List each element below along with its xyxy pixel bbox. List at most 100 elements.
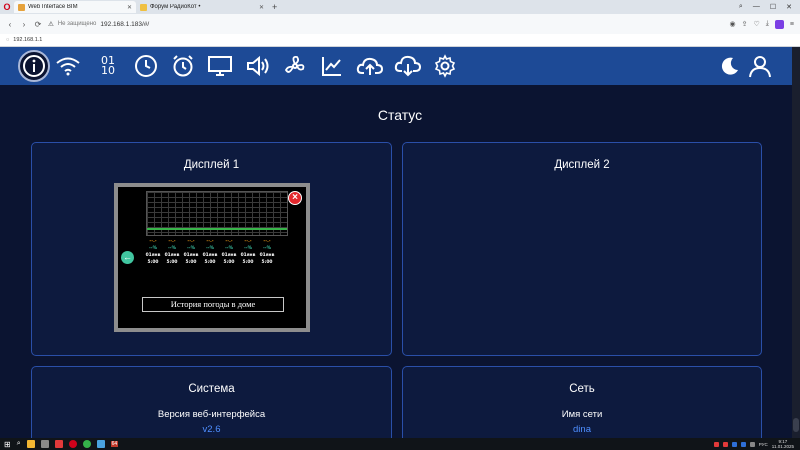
app-icon[interactable] (82, 440, 91, 448)
forecast-date: 01янв (259, 253, 275, 258)
status-url: 192.168.1.1 (13, 37, 43, 43)
app-icon[interactable] (96, 440, 105, 448)
tab-forum[interactable]: Форум РадиоКот • ✕ (136, 1, 268, 13)
tab-close-icon[interactable]: ✕ (259, 4, 264, 11)
tab-close-icon[interactable]: ✕ (127, 4, 132, 11)
web-version-label: Версия веб-интерфейса (157, 409, 266, 420)
clock-icon[interactable] (130, 50, 162, 82)
forecast-humidity: --% (205, 246, 215, 251)
display1-card: Дисплей 1 × ← --.- --% 01янв 5:00 --.- --% 01я… (31, 142, 392, 356)
tray-icon[interactable] (731, 441, 737, 447)
tray-icon[interactable] (722, 441, 728, 447)
main-content: Статус Дисплей 1 × ← --.- --% 01янв 5:00 --.… (0, 85, 800, 450)
app-nav-bar: 01 10 (0, 47, 800, 85)
forecast-time: 5:00 (242, 260, 254, 265)
clock-display[interactable]: 9:17 11.01.2025 (772, 439, 794, 449)
network-name-label: Имя сети (561, 409, 603, 420)
speaker-icon[interactable] (242, 50, 274, 82)
tab-title: Web Interface BIM (28, 4, 78, 10)
scrollbar-thumb[interactable] (793, 418, 799, 432)
tray-icon[interactable] (749, 441, 755, 447)
windows-start-icon[interactable]: ⊞ (4, 440, 11, 449)
language-indicator[interactable]: РУС (759, 442, 768, 447)
moon-icon[interactable] (714, 50, 746, 82)
search-tabs-icon[interactable]: ⌕ (739, 3, 743, 11)
close-icon[interactable]: × (288, 191, 302, 205)
cloud-upload-icon[interactable] (354, 50, 386, 82)
link-status-bar: ◌ 192.168.1.1 (0, 34, 800, 47)
forecast-humidity: --% (186, 246, 196, 251)
tray-icon[interactable] (740, 441, 746, 447)
tab-web-interface[interactable]: Web Interface BIM ✕ (14, 1, 136, 13)
opera-logo-icon[interactable]: O (0, 0, 14, 14)
app-icon[interactable] (54, 440, 63, 448)
maximize-icon[interactable]: ☐ (770, 3, 776, 11)
display1-preview: × ← --.- --% 01янв 5:00 --.- --% 01янв 5:00 --.-… (114, 183, 310, 332)
reload-button[interactable]: ⟳ (34, 20, 42, 29)
forecast-temp: --.- (168, 239, 176, 244)
weather-history-button[interactable]: История погоды в доме (142, 297, 284, 312)
forecast-column: --.- --% 01янв 5:00 (220, 238, 238, 266)
page-scrollbar[interactable] (792, 47, 800, 438)
alarm-clock-icon[interactable] (167, 50, 199, 82)
network-title: Сеть (569, 383, 595, 395)
forecast-time: 5:00 (223, 260, 235, 265)
os-taskbar: ⊞ ⌕ 64 РУС 9:17 11.01.2025 (0, 438, 800, 450)
camera-icon[interactable]: ◉ (730, 20, 736, 28)
opera-taskbar-icon[interactable] (68, 440, 77, 448)
share-icon[interactable]: ⇪ (742, 20, 748, 28)
monitor-icon[interactable] (204, 50, 236, 82)
user-icon[interactable] (744, 50, 776, 82)
forward-button[interactable]: › (20, 20, 28, 29)
page-title: Статус (377, 107, 423, 123)
extension-icon[interactable] (774, 19, 784, 29)
tray-icon[interactable] (713, 441, 719, 447)
forecast-time: 5:00 (147, 260, 159, 265)
info-icon[interactable] (18, 50, 50, 82)
minimize-icon[interactable]: — (753, 3, 760, 11)
menu-icon[interactable]: ≡ (790, 21, 794, 28)
forecast-humidity: --% (224, 246, 234, 251)
cloud-download-icon[interactable] (392, 50, 424, 82)
wifi-icon[interactable] (52, 50, 84, 82)
back-arrow-icon[interactable]: ← (121, 251, 134, 264)
display2-title: Дисплей 2 (554, 159, 610, 171)
url-text: 192.168.1.183/#/ (100, 20, 150, 28)
forecast-column: --.- --% 01янв 5:00 (144, 238, 162, 266)
forecast-column: --.- --% 01янв 5:00 (258, 238, 276, 266)
tab-favicon-icon (18, 3, 25, 11)
search-icon[interactable]: ⌕ (17, 440, 21, 448)
forecast-date: 01янв (202, 253, 218, 258)
forecast-temp: --.- (149, 239, 157, 244)
close-window-icon[interactable]: ✕ (786, 3, 792, 11)
window-controls: ⌕ — ☐ ✕ (739, 3, 800, 11)
heart-icon[interactable]: ♡ (754, 20, 760, 28)
forecast-time: 5:00 (204, 260, 216, 265)
loading-icon: ◌ (6, 37, 10, 43)
history-chart-line (147, 228, 287, 230)
gear-icon[interactable] (429, 50, 461, 82)
clock-date: 11.01.2025 (771, 444, 794, 449)
forecast-temp: --.- (244, 239, 252, 244)
forecast-date: 01янв (183, 253, 199, 258)
address-actions: ◉ ⇪ ♡ ⤓ ≡ (730, 19, 794, 29)
app-icon[interactable] (40, 440, 49, 448)
warning-icon: ⚠ (48, 21, 54, 28)
forecast-date: 01янв (164, 253, 180, 258)
url-field[interactable]: ⚠ Не защищено 192.168.1.183/#/ (48, 20, 150, 29)
binary-icon[interactable]: 01 10 (92, 50, 124, 82)
forecast-humidity: --% (148, 246, 158, 251)
pinned-app-badge[interactable]: 64 (110, 441, 119, 447)
tab-favicon-icon (140, 3, 147, 11)
system-title: Система (188, 383, 235, 395)
download-icon[interactable]: ⤓ (766, 20, 769, 28)
chart-line-icon[interactable] (316, 50, 348, 82)
back-button[interactable]: ‹ (6, 20, 14, 29)
file-explorer-icon[interactable] (26, 440, 35, 448)
new-tab-button[interactable]: + (268, 2, 281, 12)
security-label: Не защищено (57, 21, 97, 27)
fan-icon[interactable] (279, 50, 311, 82)
history-chart-grid (146, 191, 288, 236)
forecast-column: --.- --% 01янв 5:00 (201, 238, 219, 266)
forecast-temp: --.- (187, 239, 195, 244)
